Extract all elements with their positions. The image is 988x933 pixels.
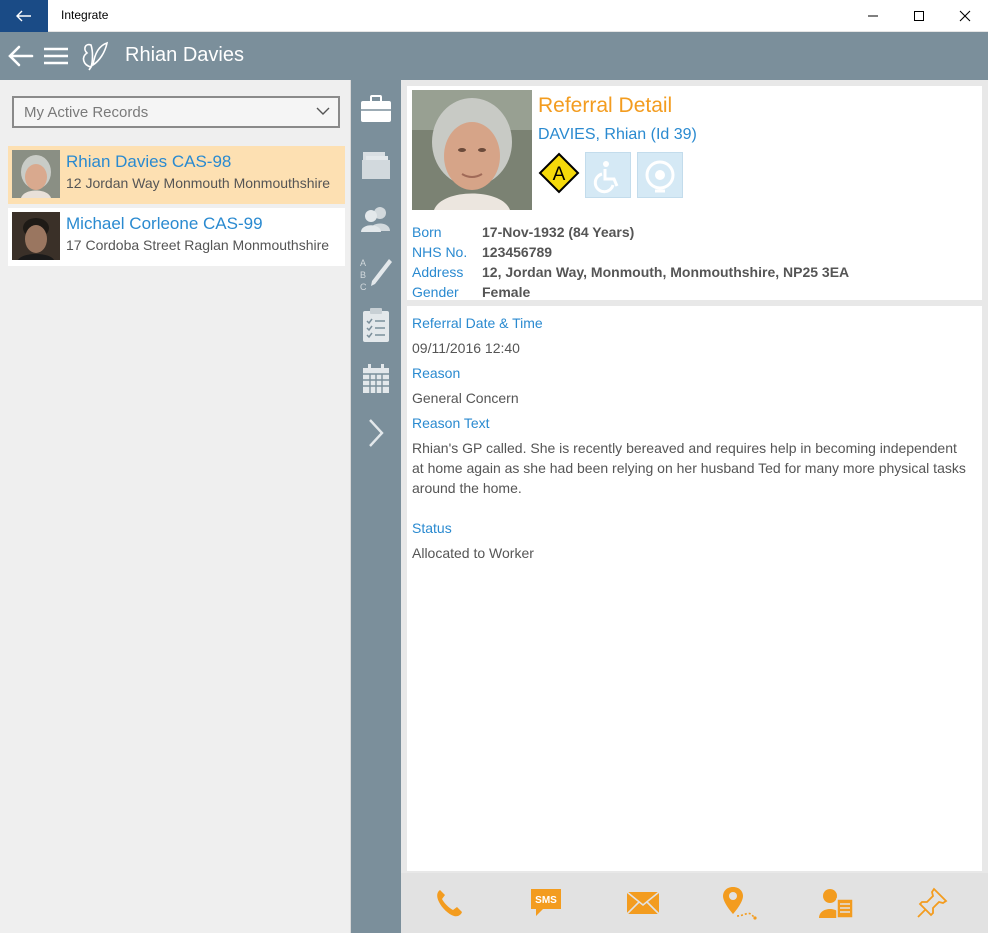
referral-detail-panel: Referral Detail DAVIES, Rhian (Id 39) A … xyxy=(401,80,988,933)
section-nav-strip: A B C xyxy=(351,80,401,933)
referral-date-value: 09/11/2016 12:40 xyxy=(412,340,520,356)
minimize-icon xyxy=(868,15,878,17)
app-header: Rhian Davies xyxy=(0,32,988,80)
alert-flag[interactable]: A xyxy=(538,152,584,198)
reason-text-value: Rhian's GP called. She is recently berea… xyxy=(412,440,966,496)
record-list-item[interactable]: Rhian Davies CAS-98 12 Jordan Way Monmou… xyxy=(8,146,345,204)
close-button[interactable] xyxy=(942,0,988,32)
folder-icon xyxy=(362,152,390,179)
avatar xyxy=(12,212,60,260)
sms-label: SMS xyxy=(535,895,557,906)
close-icon xyxy=(959,10,971,22)
clipboard-checklist-icon xyxy=(363,308,389,342)
pushpin-icon xyxy=(917,887,948,918)
status-label: Status xyxy=(412,520,452,536)
address-label: Address xyxy=(412,264,464,280)
gender-label: Gender xyxy=(412,284,459,300)
window-titlebar: Integrate xyxy=(0,0,988,32)
sms-bubble-icon: SMS xyxy=(531,889,561,916)
gender-value: Female xyxy=(482,284,531,300)
briefcase-icon xyxy=(361,95,391,122)
reason-value: General Concern xyxy=(412,390,519,406)
born-label: Born xyxy=(412,224,442,240)
nhs-value: 123456789 xyxy=(482,244,553,260)
nhs-label: NHS No. xyxy=(412,244,468,260)
svg-text:C: C xyxy=(360,282,367,292)
person-summary-card: Referral Detail DAVIES, Rhian (Id 39) A … xyxy=(407,86,982,300)
arrow-left-icon xyxy=(8,45,34,67)
status-value: Allocated to Worker xyxy=(412,545,534,561)
sms-button[interactable]: SMS xyxy=(528,885,564,921)
detail-title: Referral Detail xyxy=(538,94,673,117)
referral-info-card: Referral Date & Time 09/11/2016 12:40 Re… xyxy=(407,306,982,871)
nav-documents-button[interactable] xyxy=(359,148,393,182)
nav-contacts-button[interactable] xyxy=(359,202,393,236)
chevron-right-icon xyxy=(369,419,384,447)
nav-calendar-button[interactable] xyxy=(359,362,393,396)
record-name: Rhian Davies CAS-98 xyxy=(66,152,232,171)
nav-referral-button[interactable] xyxy=(359,92,393,126)
wheelchair-icon xyxy=(593,161,619,194)
map-pin-route-icon xyxy=(723,887,757,920)
window-back-button[interactable] xyxy=(0,0,48,32)
avatar xyxy=(12,150,60,198)
nav-next-button[interactable] xyxy=(359,416,393,450)
warning-diamond-icon: A xyxy=(538,152,580,194)
butterfly-icon xyxy=(82,41,109,71)
svg-text:B: B xyxy=(360,270,366,280)
reason-text-label: Reason Text xyxy=(412,415,490,431)
record-address: 12 Jordan Way Monmouth Monmouthshire xyxy=(66,175,331,191)
record-address: 17 Cordoba Street Raglan Monmouthshire xyxy=(66,237,330,253)
maximize-icon xyxy=(914,11,924,21)
hamburger-menu-icon xyxy=(44,47,68,65)
envelope-icon xyxy=(626,891,660,915)
alarm-bell-icon xyxy=(645,160,675,193)
phone-icon xyxy=(437,890,462,917)
pen-abc-icon: A B C xyxy=(360,258,392,292)
reason-label: Reason xyxy=(412,365,461,381)
action-bar: SMS xyxy=(401,873,988,933)
person-document-icon xyxy=(819,889,854,919)
alert-badge-letter: A xyxy=(553,164,566,185)
records-filter-value: My Active Records xyxy=(24,104,149,121)
back-button[interactable] xyxy=(6,32,36,80)
email-button[interactable] xyxy=(625,885,661,921)
people-icon xyxy=(361,207,390,232)
record-name: Michael Corleone CAS-99 xyxy=(66,214,263,233)
calendar-icon xyxy=(363,364,389,393)
app-logo xyxy=(76,32,110,80)
records-filter-dropdown[interactable]: My Active Records xyxy=(12,96,340,128)
nav-notes-button[interactable]: A B C xyxy=(359,256,393,296)
record-list-item[interactable]: Michael Corleone CAS-99 17 Cordoba Stree… xyxy=(8,208,345,266)
nav-assessments-button[interactable] xyxy=(359,306,393,344)
contact-card-button[interactable] xyxy=(818,885,854,921)
records-panel: My Active Records Rhian Davies CAS-98 12… xyxy=(0,80,351,933)
call-button[interactable] xyxy=(431,885,467,921)
alarm-flag[interactable] xyxy=(637,152,683,198)
window-title: Integrate xyxy=(61,8,109,22)
svg-text:A: A xyxy=(360,258,366,268)
minimize-button[interactable] xyxy=(850,0,896,32)
pin-button[interactable] xyxy=(914,885,950,921)
referral-date-label: Referral Date & Time xyxy=(412,315,543,331)
disability-flag[interactable] xyxy=(585,152,631,198)
menu-button[interactable] xyxy=(42,32,70,80)
map-location-button[interactable] xyxy=(721,885,757,921)
maximize-button[interactable] xyxy=(896,0,942,32)
address-value: 12, Jordan Way, Monmouth, Monmouthshire,… xyxy=(482,264,850,280)
chevron-down-icon xyxy=(316,107,330,115)
born-value: 17-Nov-1932 (84 Years) xyxy=(482,224,635,240)
person-photo xyxy=(412,90,532,210)
person-name-id[interactable]: DAVIES, Rhian (Id 39) xyxy=(538,126,697,144)
page-title: Rhian Davies xyxy=(125,44,244,66)
arrow-left-icon xyxy=(16,10,31,22)
